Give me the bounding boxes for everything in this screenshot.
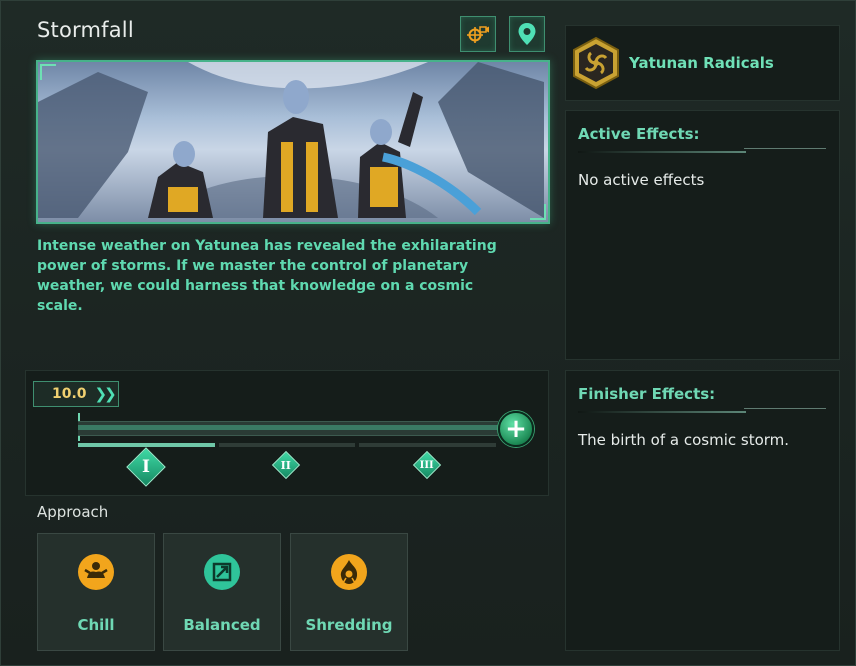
stage-marker-1[interactable]: I [126,447,166,487]
divider [578,411,746,413]
active-effects-panel: Active Effects: No active effects [565,110,840,360]
stage-segments [78,443,497,447]
divider [578,151,746,153]
faction-name[interactable]: Yatunan Radicals [629,54,774,72]
spiral-emblem-icon[interactable] [571,36,621,90]
speed-indicator[interactable]: 10.0 ❯❯ [33,381,119,407]
progress-panel: 10.0 ❯❯ + I II III [25,370,549,496]
approach-label: Chill [77,616,115,634]
active-effects-text: No active effects [578,171,705,189]
focus-camera-button[interactable] [460,16,496,52]
divider [744,148,826,149]
divider [744,408,826,409]
speed-value: 10.0 [52,386,87,402]
finisher-effects-text: The birth of a cosmic storm. [578,431,790,449]
event-title: Stormfall [37,18,134,42]
progress-bar-fill [78,425,498,430]
event-illustration [36,60,550,224]
locate-button[interactable] [509,16,545,52]
stage-segment-2 [218,443,356,447]
stage-segment-1 [78,443,215,447]
approach-balanced-button[interactable]: Balanced [163,533,281,651]
approach-label: Shredding [305,616,393,634]
meditation-icon [78,554,114,590]
fire-icon [331,554,367,590]
faction-panel: Yatunan Radicals [565,25,840,101]
approach-label: Balanced [183,616,261,634]
plus-icon: + [505,414,527,444]
approach-heading: Approach [37,503,109,521]
map-pin-icon [518,23,536,45]
stage-marker-2[interactable]: II [271,450,301,480]
stage-segment-3 [359,443,497,447]
add-progress-button[interactable]: + [498,411,534,447]
stage-marker-3[interactable]: III [412,450,442,480]
camera-target-icon [467,26,489,43]
approach-chill-button[interactable]: Chill [37,533,155,651]
progress-bar [78,421,498,436]
event-description: Intense weather on Yatunea has revealed … [37,238,497,314]
balance-icon [204,554,240,590]
finisher-effects-panel: Finisher Effects: The birth of a cosmic … [565,370,840,651]
active-effects-heading: Active Effects: [578,125,700,143]
finisher-effects-heading: Finisher Effects: [578,385,716,403]
fast-forward-icon: ❯❯ [94,385,117,403]
approach-shredding-button[interactable]: Shredding [290,533,408,651]
